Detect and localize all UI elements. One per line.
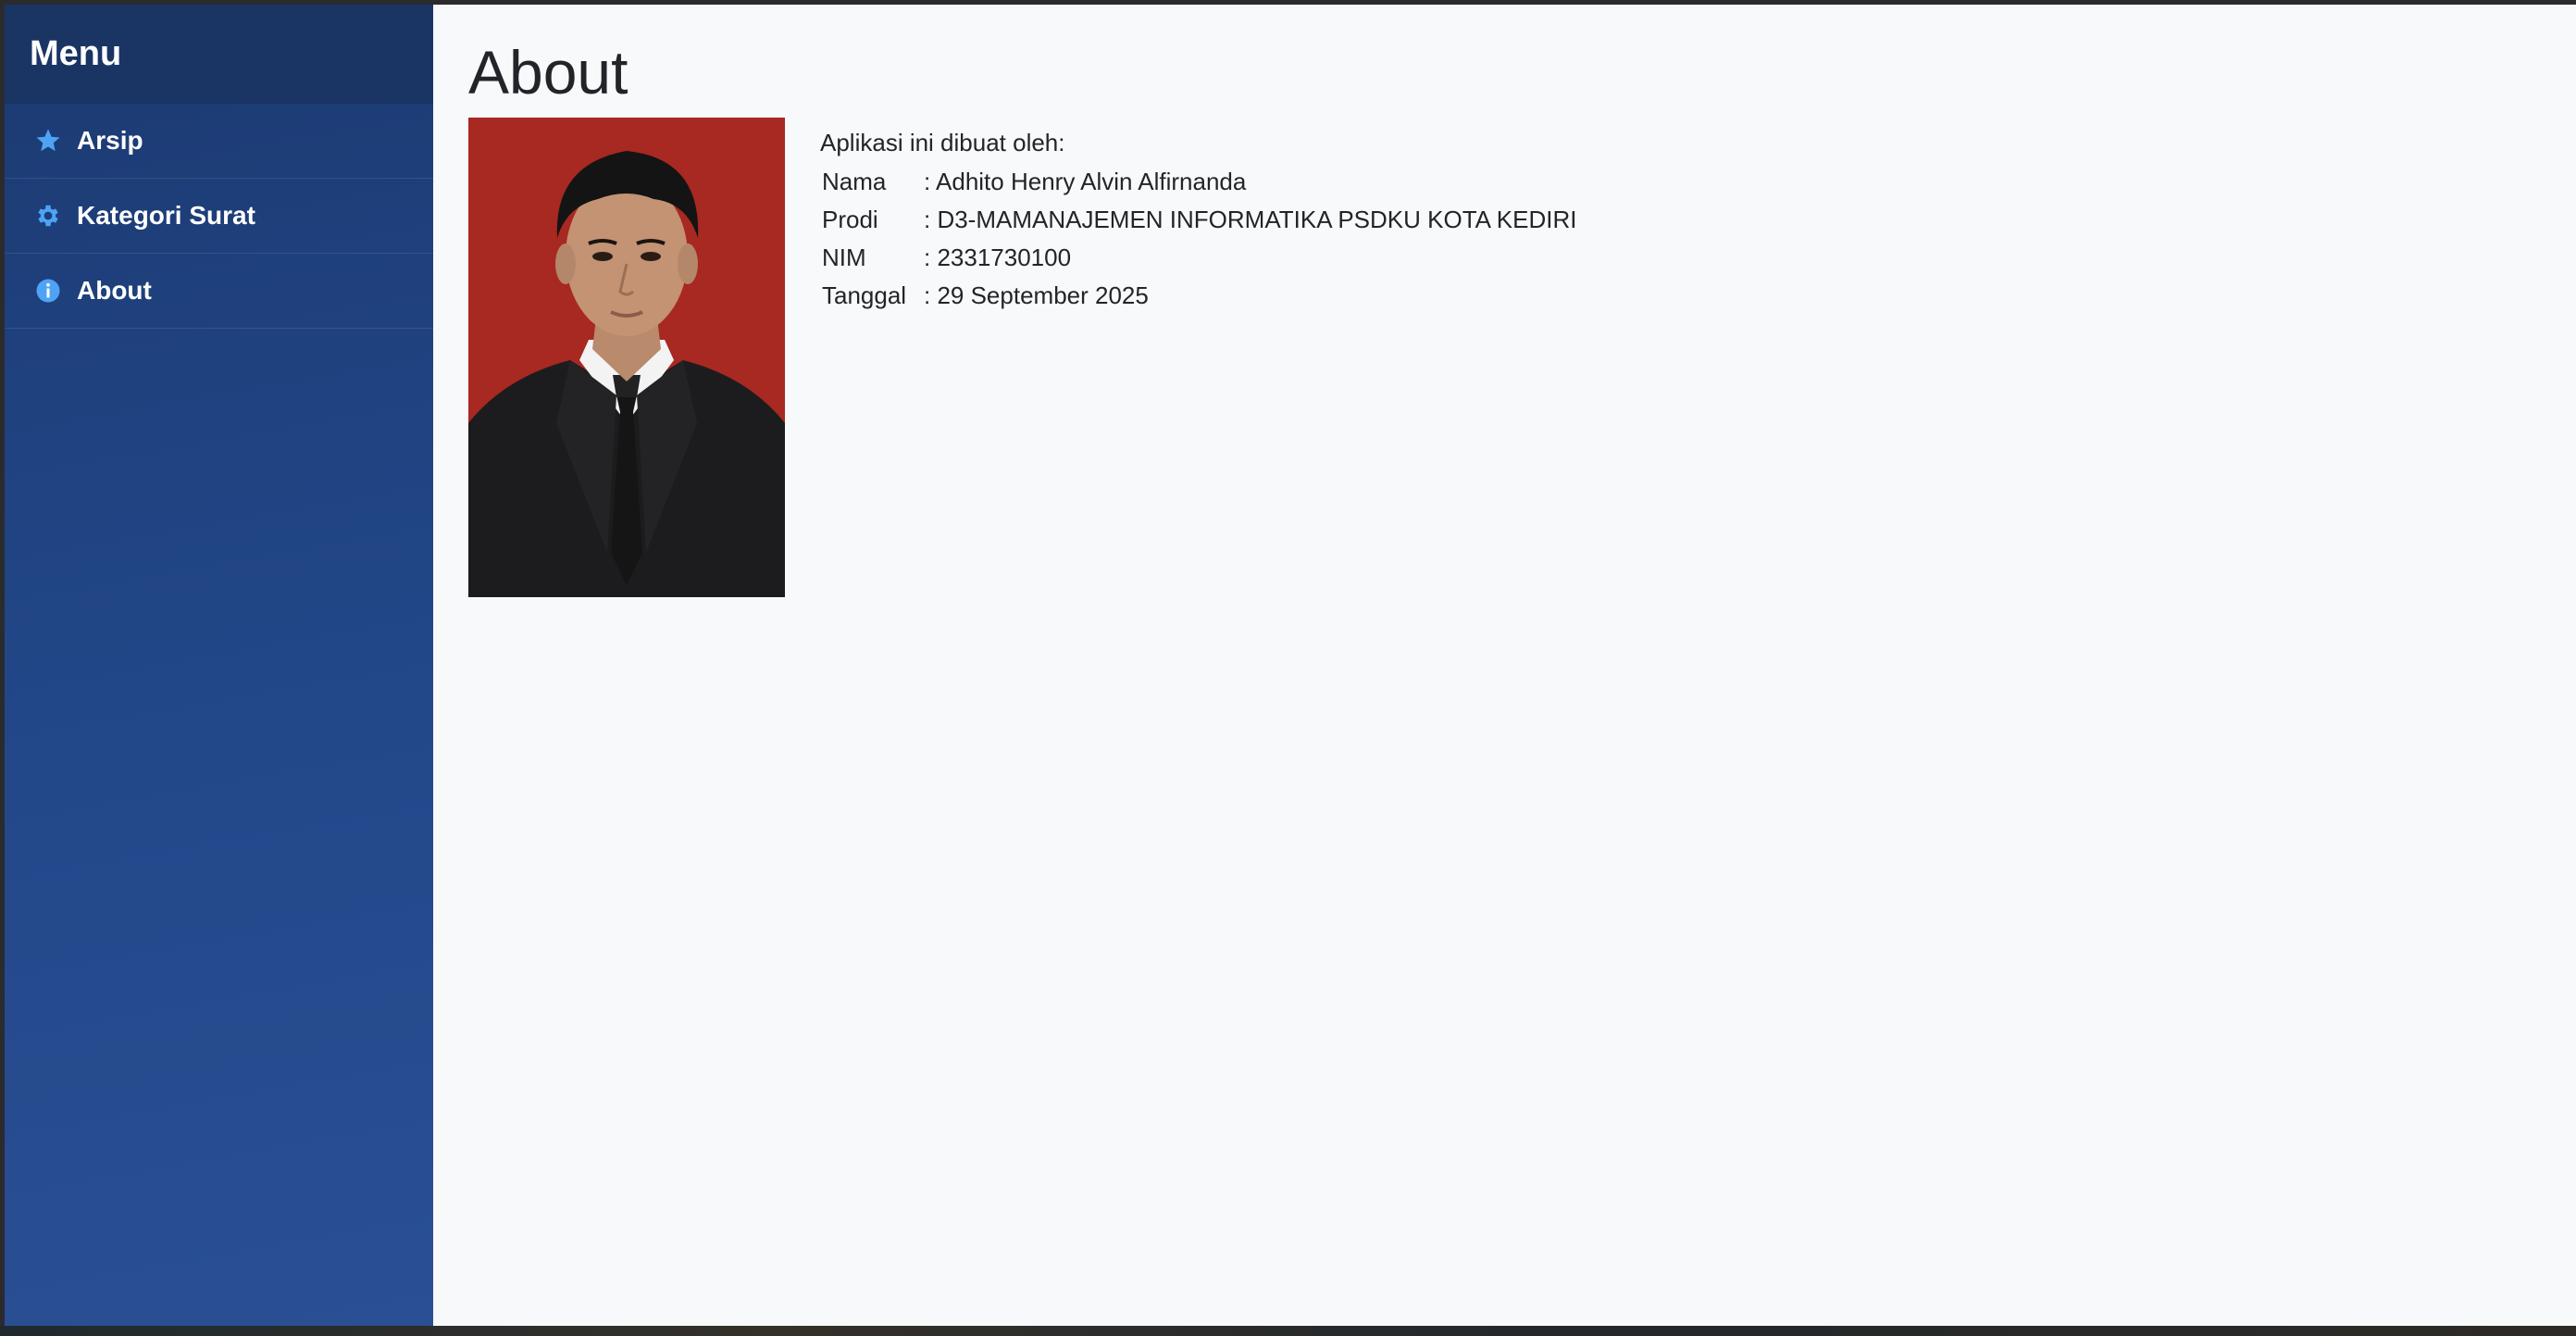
- profile-photo: [468, 118, 785, 597]
- sidebar-item-kategori-surat[interactable]: Kategori Surat: [5, 179, 433, 254]
- info-icon: [32, 275, 64, 306]
- star-icon: [32, 125, 64, 156]
- intro-text: Aplikasi ini dibuat oleh:: [820, 129, 1065, 156]
- main-content: About Aplikasi ini dibuat oleh: Nama: A…: [433, 5, 2576, 1326]
- sidebar-item-about[interactable]: About: [5, 254, 433, 329]
- author-info: Aplikasi ini dibuat oleh: Nama : Adhito …: [820, 118, 1578, 315]
- page-title: About: [468, 38, 628, 106]
- detail-label: Nama: [822, 168, 887, 195]
- detail-value: : 29 September 2025: [924, 281, 1149, 309]
- table-row: Nama : Adhito Henry Alvin Alfirnanda: [820, 163, 1578, 201]
- desktop-background-strip: [0, 1326, 2576, 1336]
- sidebar-item-label: Arsip: [77, 126, 143, 155]
- sidebar-item-label: About: [77, 276, 152, 305]
- details-table: Nama : Adhito Henry Alvin Alfirnanda Pro…: [820, 163, 1578, 315]
- detail-value: : 2331730100: [924, 243, 1072, 271]
- detail-value: : D3-MAMANAJEMEN INFORMATIKA PSDKU KOTA …: [924, 206, 1577, 233]
- table-row: Tanggal : 29 September 2025: [820, 277, 1578, 315]
- detail-label: NIM: [822, 243, 866, 271]
- sidebar-item-label: Kategori Surat: [77, 201, 255, 230]
- table-row: NIM : 2331730100: [820, 239, 1578, 277]
- table-row: Prodi : D3-MAMANAJEMEN INFORMATIKA PSDKU…: [820, 201, 1578, 239]
- detail-value: : Adhito Henry Alvin Alfirnanda: [924, 168, 1247, 195]
- about-section: Aplikasi ini dibuat oleh: Nama : Adhito …: [468, 118, 2576, 597]
- app-window: Menu Arsip Kategori Surat About About Ap…: [5, 5, 2576, 1326]
- gear-icon: [32, 200, 64, 231]
- detail-label: Tanggal: [822, 281, 907, 309]
- sidebar-item-arsip[interactable]: Arsip: [5, 104, 433, 179]
- detail-label: Prodi: [822, 206, 878, 233]
- sidebar-title: Menu: [5, 5, 433, 104]
- sidebar: Menu Arsip Kategori Surat About: [5, 5, 433, 1326]
